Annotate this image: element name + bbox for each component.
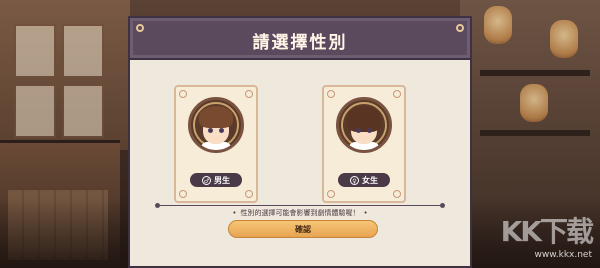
dialog-title: 請選擇性別 bbox=[252, 33, 348, 53]
male-label: 男生 bbox=[214, 175, 230, 185]
dialog-header: 請選擇性別 bbox=[128, 16, 472, 60]
hint-bullet-icon: • bbox=[363, 209, 368, 217]
hint-bullet-icon: • bbox=[232, 209, 237, 217]
gender-select-dialog: 請選擇性別 ♂ 男生 ♀ 女生 • 性別的選擇可能會影響到劇情體驗喔！ • 確認 bbox=[128, 16, 472, 268]
watermark: KK下载 www.kkx.net bbox=[500, 210, 594, 260]
divider bbox=[155, 203, 445, 208]
watermark-url: www.kkx.net bbox=[534, 250, 593, 260]
confirm-label: 確認 bbox=[295, 224, 311, 234]
background-window bbox=[0, 0, 130, 150]
female-label: 女生 bbox=[362, 175, 378, 185]
female-symbol-icon: ♀ bbox=[350, 175, 359, 185]
male-label-pill: ♂ 男生 bbox=[190, 173, 242, 187]
female-avatar bbox=[336, 97, 392, 153]
hint-label: 性別的選擇可能會影響到劇情體驗喔！ bbox=[240, 209, 360, 217]
watermark-logo: KK下载 bbox=[500, 215, 594, 248]
male-avatar bbox=[188, 97, 244, 153]
hint-text: • 性別的選擇可能會影響到劇情體驗喔！ • bbox=[130, 208, 470, 218]
male-symbol-icon: ♂ bbox=[202, 175, 211, 185]
female-option-card[interactable]: ♀ 女生 bbox=[322, 85, 406, 203]
dialog-body: ♂ 男生 ♀ 女生 • 性別的選擇可能會影響到劇情體驗喔！ • 確認 bbox=[128, 60, 472, 268]
male-option-card[interactable]: ♂ 男生 bbox=[174, 85, 258, 203]
female-label-pill: ♀ 女生 bbox=[338, 173, 390, 187]
confirm-button[interactable]: 確認 bbox=[228, 220, 378, 238]
